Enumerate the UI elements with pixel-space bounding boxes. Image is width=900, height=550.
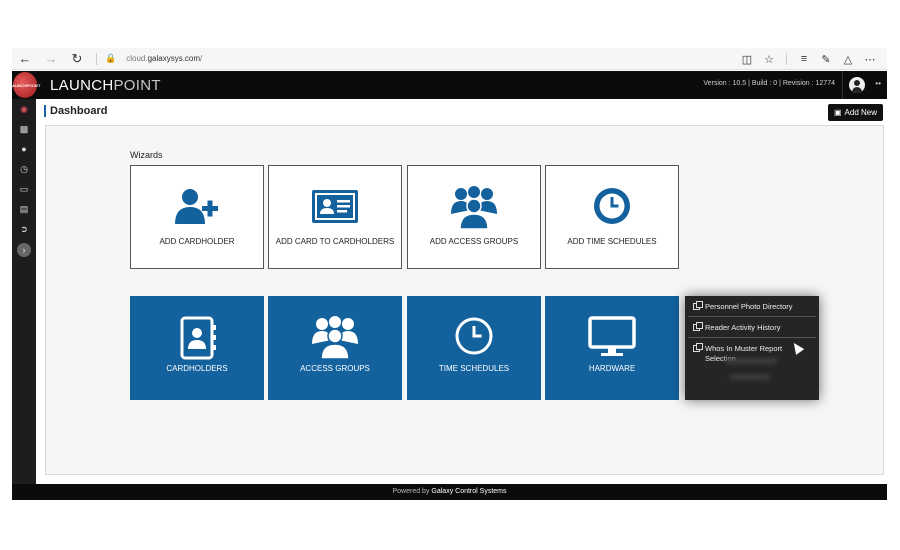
page-title: Dashboard xyxy=(44,105,107,117)
tile-label: TIME SCHEDULES xyxy=(438,364,510,373)
reading-view-icon[interactable]: ◫ xyxy=(736,48,758,70)
external-link-icon xyxy=(693,343,703,352)
footer-company: Galaxy Control Systems xyxy=(431,488,507,495)
more-icon[interactable]: ⋯ xyxy=(859,48,881,70)
clock-icon xyxy=(407,316,541,358)
avatar-body xyxy=(852,87,862,93)
footer: Powered by Galaxy Control Systems xyxy=(12,484,887,500)
share-icon[interactable]: △ xyxy=(837,48,859,70)
launchpoint-logo[interactable]: LAUNCHPOINT xyxy=(9,72,40,98)
address-bar[interactable]: 🔒 cloud. galaxysys.com / xyxy=(96,52,203,65)
tile-access-groups[interactable]: ACCESS GROUPS xyxy=(268,296,402,400)
wizard-label: ADD ACCESS GROUPS xyxy=(429,237,519,246)
brand-title: LAUNCHPOINT xyxy=(50,77,161,94)
lock-icon: 🔒 xyxy=(105,53,117,63)
wizard-label: ADD TIME SCHEDULES xyxy=(567,237,657,246)
group-icon xyxy=(268,316,402,360)
external-link-icon xyxy=(693,301,703,310)
app-header: LAUNCHPOINT LAUNCHPOINT Version : 10.5 |… xyxy=(9,71,887,99)
external-link-icon xyxy=(693,322,703,331)
hub-icon[interactable]: ≡ xyxy=(793,48,815,70)
brand-part-2: POINT xyxy=(113,77,161,94)
user-menu-toggle[interactable]: •• xyxy=(875,79,881,88)
url-domain: galaxysys.com xyxy=(147,54,201,63)
add-new-button[interactable]: ▣ Add New xyxy=(827,104,883,121)
wizard-add-card[interactable]: ADD CARD TO CARDHOLDERS xyxy=(268,165,402,269)
address-book-icon xyxy=(130,316,264,360)
reports-menu: Personnel Photo Directory Reader Activit… xyxy=(685,296,819,400)
toolbar-divider xyxy=(786,53,787,65)
add-user-icon xyxy=(131,186,263,226)
tile-label: CARDHOLDERS xyxy=(166,364,228,373)
refresh-icon[interactable]: ↻ xyxy=(64,48,90,70)
clock-icon xyxy=(546,186,678,226)
footer-prefix: Powered by xyxy=(392,488,432,495)
wizards-heading: Wizards xyxy=(130,150,163,160)
favorite-star-icon[interactable]: ☆ xyxy=(758,48,780,70)
wizard-label: ADD CARDHOLDER xyxy=(159,237,235,246)
header-divider xyxy=(842,71,843,99)
sidebar-logout-icon[interactable]: ➲ xyxy=(12,219,36,239)
monitor-icon xyxy=(545,316,679,358)
sidebar-hardware-icon[interactable]: ▭ xyxy=(12,179,36,199)
menu-item-personnel-photo-directory[interactable]: Personnel Photo Directory xyxy=(685,296,819,312)
sidebar-schedules-icon[interactable]: ◷ xyxy=(12,159,36,179)
back-icon[interactable]: ← xyxy=(12,48,38,70)
blurred-menu-text xyxy=(725,358,777,364)
user-avatar-icon[interactable] xyxy=(849,77,865,93)
url-prefix: cloud. xyxy=(126,54,148,63)
main-content: Dashboard ▣ Add New Wizards ADD CARDHOLDE… xyxy=(36,99,887,484)
web-note-icon[interactable]: ✎ xyxy=(815,48,837,70)
add-new-label: Add New xyxy=(844,108,877,117)
avatar-head xyxy=(854,80,860,86)
tile-time-schedules[interactable]: TIME SCHEDULES xyxy=(407,296,541,400)
sidebar-cardholders-icon[interactable]: ▩ xyxy=(12,119,36,139)
group-icon xyxy=(408,186,540,230)
version-info: Version : 10.5 | Build : 0 | Revision : … xyxy=(703,80,835,87)
wizard-add-access-groups[interactable]: ADD ACCESS GROUPS xyxy=(407,165,541,269)
tile-cardholders[interactable]: CARDHOLDERS xyxy=(130,296,264,400)
url-suffix: / xyxy=(200,54,203,63)
id-card-icon xyxy=(269,186,401,226)
plus-icon: ▣ xyxy=(833,108,842,117)
sidebar-groups-icon[interactable]: ● xyxy=(12,139,36,159)
logo-text: LAUNCHPOINT xyxy=(9,82,41,88)
browser-toolbar: ← → ↻ 🔒 cloud. galaxysys.com / ◫ ☆ ≡ ✎ △ ⋯ xyxy=(12,48,887,70)
sidebar-dashboard-icon[interactable]: ◉ xyxy=(12,99,36,119)
menu-item-label: Personnel Photo Directory xyxy=(705,302,793,311)
wizard-add-cardholder[interactable]: ADD CARDHOLDER xyxy=(130,165,264,269)
browser-window: ← → ↻ 🔒 cloud. galaxysys.com / ◫ ☆ ≡ ✎ △ ⋯… xyxy=(9,48,887,500)
tile-label: HARDWARE xyxy=(588,364,636,373)
menu-item-reader-activity-history[interactable]: Reader Activity History xyxy=(685,317,819,333)
wizard-label: ADD CARD TO CARDHOLDERS xyxy=(275,237,395,246)
tile-hardware[interactable]: HARDWARE xyxy=(545,296,679,400)
sidebar-reports-icon[interactable]: ▤ xyxy=(12,199,36,219)
browser-actions: ◫ ☆ ≡ ✎ △ ⋯ xyxy=(736,48,881,70)
sidebar-expand-icon[interactable]: › xyxy=(17,243,31,257)
menu-item-label: Reader Activity History xyxy=(705,323,781,332)
dashboard-panel: Wizards ADD CARDHOLDER ADD CARD TO CARDH… xyxy=(45,125,884,475)
blurred-menu-text xyxy=(730,374,770,380)
brand-part-1: LAUNCH xyxy=(50,77,114,94)
forward-icon[interactable]: → xyxy=(38,48,64,70)
sidebar: ◉ ▩ ● ◷ ▭ ▤ ➲ › xyxy=(12,99,36,484)
tile-label: ACCESS GROUPS xyxy=(300,364,370,373)
wizard-add-time-schedules[interactable]: ADD TIME SCHEDULES xyxy=(545,165,679,269)
address-separator xyxy=(96,52,97,65)
